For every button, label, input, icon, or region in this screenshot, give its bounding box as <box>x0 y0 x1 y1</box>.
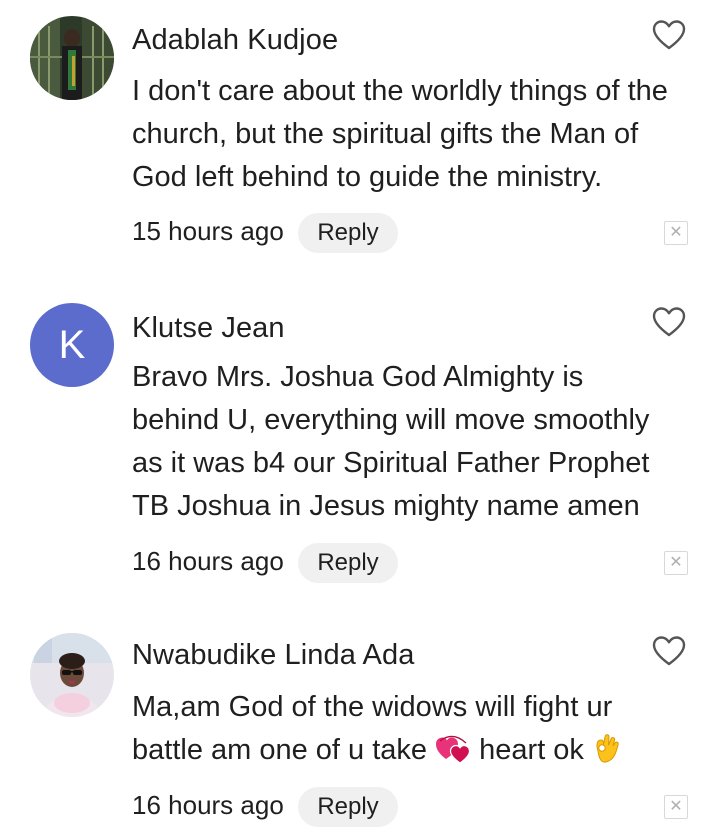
comment-author[interactable]: Klutse Jean <box>132 312 285 345</box>
reply-button[interactable]: Reply <box>298 213 398 253</box>
avatar[interactable]: K <box>30 303 114 387</box>
avatar[interactable] <box>30 16 114 100</box>
comment-text: I don't care about the worldly things of… <box>132 75 668 193</box>
comment-timestamp: 15 hours ago <box>132 216 284 246</box>
comment-author[interactable]: Nwabudike Linda Ada <box>132 639 414 672</box>
revolving-hearts-icon <box>436 735 471 764</box>
comment-text-fragment: heart ok <box>471 734 592 766</box>
comment-item: Adablah Kudjoe I don't care about the wo… <box>0 0 720 270</box>
comment-author[interactable]: Adablah Kudjoe <box>132 24 338 57</box>
ok-hand-icon <box>596 734 619 763</box>
reply-button[interactable]: Reply <box>298 787 398 827</box>
close-icon[interactable]: ✕ <box>664 551 688 575</box>
heart-icon[interactable] <box>652 635 686 669</box>
close-icon[interactable]: ✕ <box>664 221 688 245</box>
close-icon[interactable]: ✕ <box>664 795 688 819</box>
avatar-letter: K <box>58 322 86 367</box>
reply-button[interactable]: Reply <box>298 543 398 583</box>
comment-text: Bravo Mrs. Joshua God Almighty is behind… <box>132 361 650 522</box>
heart-icon[interactable] <box>652 306 686 340</box>
comment-text-fragment: battle am one of u take <box>132 734 436 766</box>
avatar[interactable] <box>30 633 114 717</box>
comment-text: Ma,am God of the widows will fight ur ba… <box>132 686 702 772</box>
heart-icon[interactable] <box>652 19 686 53</box>
comment-text-line: Ma,am God of the widows will fight ur <box>132 691 613 723</box>
comment-timestamp: 16 hours ago <box>132 790 284 820</box>
comment-text-line: battle am one of u take heart ok <box>132 729 702 772</box>
comment-timestamp: 16 hours ago <box>132 546 284 576</box>
